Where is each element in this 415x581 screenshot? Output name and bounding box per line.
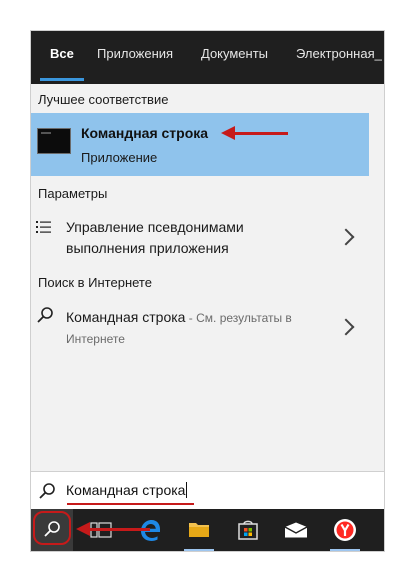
search-tabs: Все Приложения Документы Электронная_ (31, 31, 384, 84)
web-result-title: Командная строка (66, 309, 186, 325)
store-button[interactable] (227, 509, 269, 551)
annotation-underline (67, 503, 194, 505)
annotation-arrow (88, 528, 150, 531)
text-caret (186, 482, 188, 498)
list-settings-icon (36, 221, 51, 233)
active-tab-indicator (40, 78, 84, 81)
search-icon (39, 483, 55, 499)
chevron-right-icon (337, 228, 355, 246)
file-explorer-icon (189, 523, 209, 537)
mail-button[interactable] (275, 509, 317, 551)
tab-email[interactable]: Электронная_ (296, 31, 382, 84)
settings-result-line2: выполнения приложения (66, 240, 229, 256)
settings-result[interactable]: Управление псевдонимами выполнения прило… (31, 211, 369, 261)
settings-heading: Параметры (38, 186, 108, 201)
search-input-value: Командная строка (66, 482, 186, 498)
best-match-subtitle: Приложение (81, 150, 158, 165)
web-result-suffix: - См. результаты в (185, 311, 292, 325)
web-search-result-label: Командная строка - См. результаты в Инте… (66, 307, 292, 350)
annotation-highlight (33, 511, 71, 545)
best-match-result[interactable]: Командная строка Приложение (31, 113, 369, 176)
annotation-arrow (233, 132, 288, 135)
best-match-title: Командная строка (81, 125, 209, 141)
chevron-right-icon (337, 318, 355, 336)
mail-icon (284, 522, 308, 538)
settings-result-line1: Управление псевдонимами (66, 219, 244, 235)
command-prompt-icon (37, 128, 71, 154)
tab-apps[interactable]: Приложения (97, 31, 173, 84)
running-indicator (184, 549, 214, 551)
yandex-browser-icon (334, 519, 356, 541)
web-search-result[interactable]: Командная строка - См. результаты в Инте… (31, 301, 369, 351)
tab-documents[interactable]: Документы (201, 31, 268, 84)
yandex-browser-button[interactable] (324, 509, 366, 551)
web-result-line2: Интернете (66, 332, 125, 346)
running-indicator (330, 549, 360, 551)
store-icon (238, 520, 258, 540)
search-icon (37, 307, 53, 323)
tab-all[interactable]: Все (50, 31, 74, 84)
file-explorer-button[interactable] (178, 509, 220, 551)
search-box[interactable]: Командная строка (31, 471, 384, 510)
windows-search-panel: Все Приложения Документы Электронная_ Лу… (31, 31, 384, 551)
search-input[interactable]: Командная строка (66, 482, 188, 498)
best-match-heading: Лучшее соответствие (38, 92, 169, 107)
settings-result-label: Управление псевдонимами выполнения прило… (66, 217, 244, 259)
web-search-heading: Поиск в Интернете (38, 275, 152, 290)
